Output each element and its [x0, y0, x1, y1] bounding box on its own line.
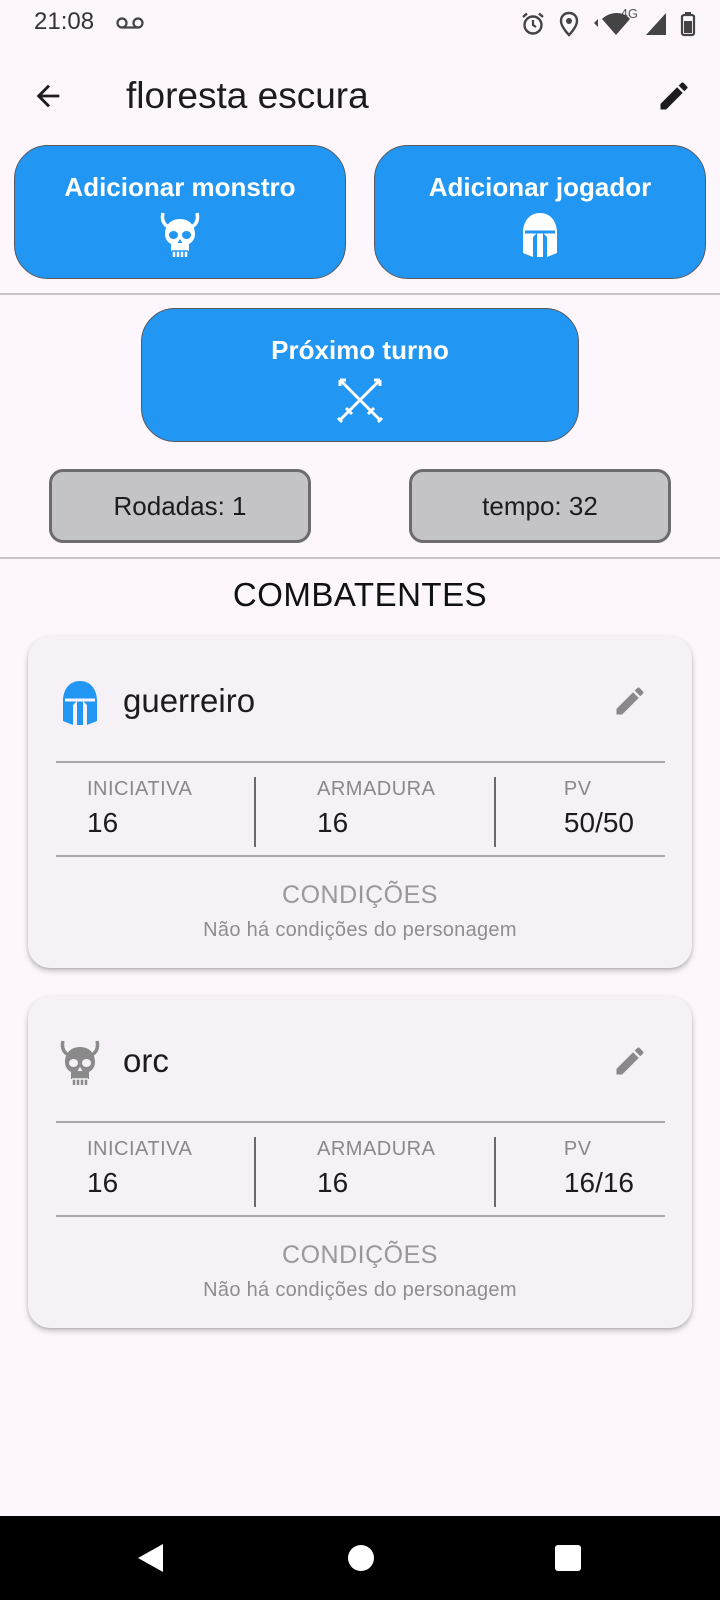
cell-signal-icon: [646, 13, 666, 35]
stat-separator: [494, 1137, 496, 1207]
hp-value: 16/16: [563, 1167, 634, 1198]
skull-icon: [160, 212, 200, 257]
divider: [0, 293, 720, 295]
triangle-back-icon: [138, 1544, 163, 1572]
square-recents-icon: [555, 1545, 581, 1571]
conditions-text: Não há condições do personagem: [203, 919, 517, 941]
nav-recents-button[interactable]: [546, 1536, 590, 1580]
circle-home-icon: [348, 1545, 374, 1571]
page-title: floresta escura: [126, 75, 369, 116]
initiative-stat: INICIATIVA 16: [87, 1138, 192, 1199]
edit-combatant-button[interactable]: [610, 681, 650, 721]
armor-value: 16: [317, 807, 349, 838]
combatant-name: orc: [123, 1042, 169, 1079]
helmet-icon: [63, 681, 97, 725]
add-monster-label: Adicionar monstro: [64, 172, 296, 202]
divider: [0, 557, 720, 559]
armor-stat: ARMADURA 16: [317, 778, 435, 839]
status-time: 21:08: [34, 8, 95, 35]
section-title: COMBATENTES: [232, 576, 488, 613]
stat-separator: [254, 777, 256, 847]
divider: [56, 1121, 665, 1123]
edit-encounter-button[interactable]: [650, 72, 698, 120]
location-icon: [559, 11, 579, 37]
armor-value: 16: [317, 1167, 349, 1198]
time-counter[interactable]: tempo: 32: [409, 469, 671, 543]
edit-combatant-button[interactable]: [610, 1041, 650, 1081]
initiative-label: INICIATIVA: [87, 1138, 193, 1160]
hp-label: PV: [563, 1138, 592, 1160]
stat-separator: [254, 1137, 256, 1207]
hp-stat: PV 50/50: [564, 778, 634, 839]
armor-label: ARMADURA: [317, 1138, 436, 1160]
combatant-card[interactable]: orc INICIATIVA 16 ARMADURA 16 PV 16/16 C…: [28, 996, 692, 1328]
initiative-value: 16: [87, 807, 119, 838]
pencil-icon: [616, 1047, 644, 1075]
divider: [56, 761, 665, 763]
status-bar: 21:08 4G: [0, 0, 720, 48]
next-turn-label: Próximo turno: [271, 335, 449, 365]
pencil-icon: [660, 82, 688, 110]
crossed-swords-icon: [336, 378, 384, 424]
hp-stat: PV 16/16: [564, 1138, 634, 1199]
initiative-value: 16: [87, 1167, 119, 1198]
helmet-icon: [523, 213, 557, 257]
add-monster-button[interactable]: Adicionar monstro: [14, 145, 346, 279]
armor-stat: ARMADURA 16: [317, 1138, 435, 1199]
hp-label: PV: [563, 778, 592, 800]
nav-home-button[interactable]: [339, 1536, 383, 1580]
battery-icon: [680, 12, 696, 37]
armor-label: ARMADURA: [317, 778, 436, 800]
wifi-icon: [594, 13, 630, 35]
back-button[interactable]: [24, 72, 72, 120]
divider: [56, 855, 665, 857]
initiative-label: INICIATIVA: [87, 778, 193, 800]
initiative-stat: INICIATIVA 16: [87, 778, 192, 839]
next-turn-button[interactable]: Próximo turno: [141, 308, 579, 442]
system-navigation-bar: [0, 1516, 720, 1600]
pencil-icon: [616, 687, 644, 715]
arrow-back-icon: [36, 84, 60, 108]
voicemail-icon: [116, 17, 144, 29]
add-player-label: Adicionar jogador: [428, 172, 652, 202]
divider: [56, 1215, 665, 1217]
time-counter-label: tempo: 32: [482, 490, 598, 521]
stat-separator: [494, 777, 496, 847]
nav-back-button[interactable]: [128, 1536, 172, 1580]
conditions-text: Não há condições do personagem: [203, 1279, 517, 1301]
combatant-card[interactable]: guerreiro INICIATIVA 16 ARMADURA 16 PV 5…: [28, 636, 692, 968]
alarm-icon: [522, 12, 544, 35]
conditions-title: CONDIÇÕES: [282, 881, 438, 909]
app-bar: floresta escura: [0, 58, 720, 134]
combatant-name: guerreiro: [123, 682, 256, 719]
conditions-title: CONDIÇÕES: [282, 1241, 438, 1269]
skull-icon: [60, 1040, 100, 1085]
hp-value: 50/50: [563, 807, 634, 838]
rounds-counter-label: Rodadas: 1: [113, 490, 247, 521]
rounds-counter[interactable]: Rodadas: 1: [49, 469, 311, 543]
add-player-button[interactable]: Adicionar jogador: [374, 145, 706, 279]
